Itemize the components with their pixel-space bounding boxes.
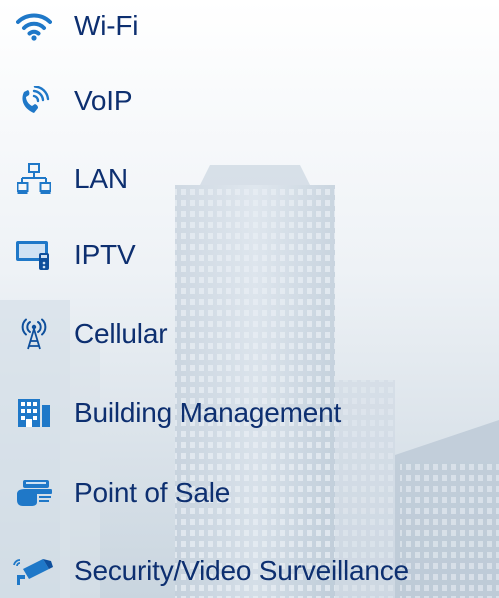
list-item-building-management: Building Management [0,393,499,433]
list-item-security-video-surveillance: Security/Video Surveillance [0,551,499,591]
service-list: Wi-Fi VoIP LAN IPTV Cellular Building Ma… [0,0,499,598]
voip-phone-icon [12,83,56,119]
list-item-cellular: Cellular [0,314,499,354]
service-label-wifi: Wi-Fi [74,10,139,41]
service-label-lan: LAN [74,163,128,194]
list-item-point-of-sale: Point of Sale [0,473,499,513]
service-label-iptv: IPTV [74,239,136,270]
list-item-voip: VoIP [0,81,499,121]
service-label-point-of-sale: Point of Sale [74,477,231,508]
building-icon [12,395,56,431]
list-item-lan: LAN [0,159,499,199]
card-reader-icon [12,475,56,511]
service-label-building-management: Building Management [74,397,342,428]
list-item-iptv: IPTV [0,235,499,275]
wifi-icon [12,8,56,44]
security-camera-icon [12,553,56,589]
service-label-cellular: Cellular [74,318,168,349]
iptv-monitor-icon [12,237,56,273]
lan-network-icon [12,161,56,197]
cellular-antenna-icon [12,316,56,352]
list-item-wifi: Wi-Fi [0,6,499,46]
service-label-voip: VoIP [74,85,133,116]
service-label-security-video-surveillance: Security/Video Surveillance [74,555,409,586]
